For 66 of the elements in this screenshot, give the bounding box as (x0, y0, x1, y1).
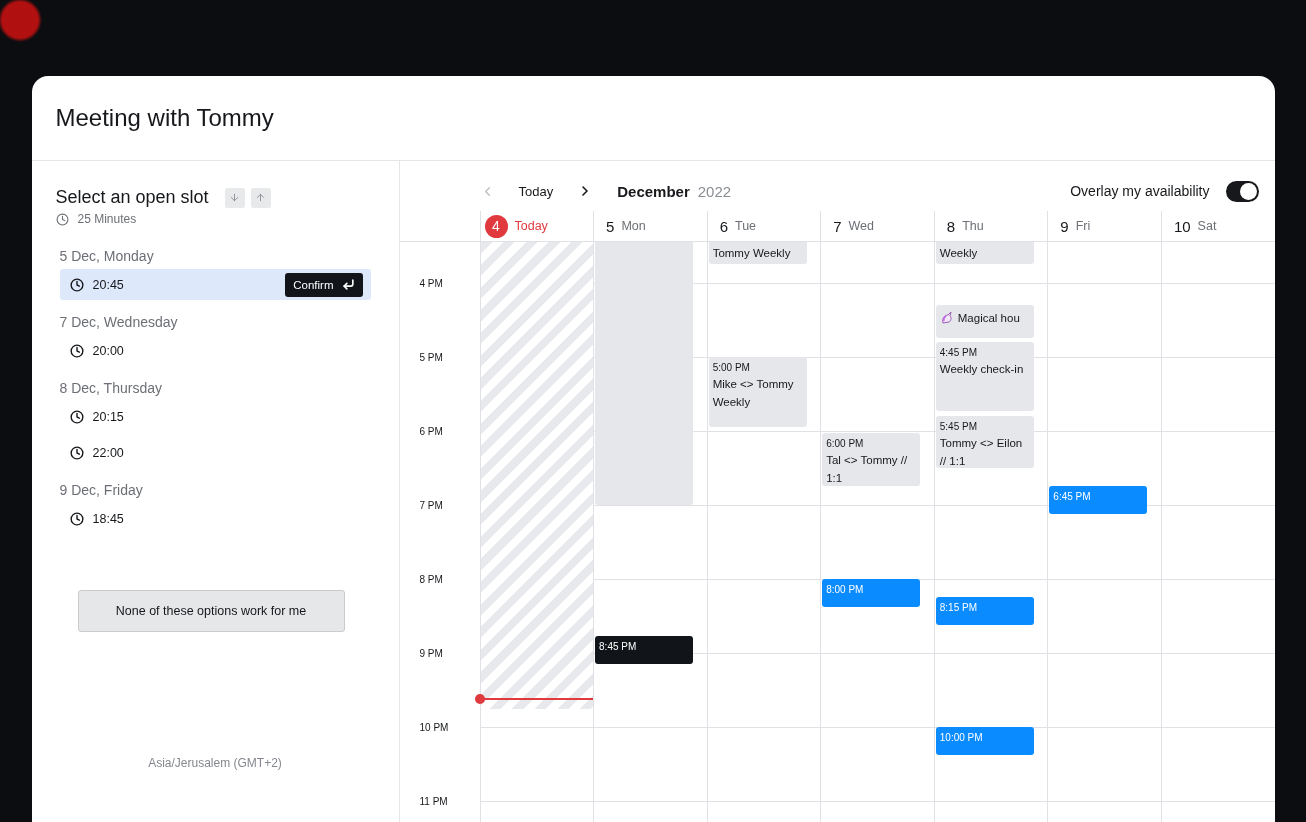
time-slot[interactable]: 20:15 (59, 401, 371, 432)
time-slot[interactable]: 22:00 (59, 437, 371, 468)
duration-text: 25 Minutes (77, 212, 137, 226)
clock-icon (69, 277, 84, 292)
clock-icon (69, 343, 84, 358)
today-button[interactable]: Today (512, 182, 560, 200)
hour-label: 9 PM (419, 647, 443, 659)
arrow-up-icon (255, 192, 267, 203)
sort-up-button[interactable] (250, 187, 271, 208)
slot-time: 22:00 (92, 445, 124, 460)
date-label: 5 Dec, Monday (59, 248, 155, 264)
slot-time: 18:45 (92, 511, 124, 526)
dialog-title: Meeting with Tommy (55, 104, 274, 132)
confirm-button[interactable]: Confirm (285, 272, 363, 297)
busy-event[interactable]: 5:00 PM Mike <> Tommy Weekly (708, 356, 807, 427)
timezone-text: Asia/Jerusalem (GMT+2) (148, 756, 282, 770)
clock-icon (69, 409, 84, 424)
hour-label: 7 PM (419, 499, 443, 511)
date-label: 9 Dec, Friday (59, 482, 144, 498)
slot-time: 20:00 (92, 343, 124, 358)
weekday-label: Sat (1197, 219, 1217, 233)
date-label: 8 Dec, Thursday (59, 380, 163, 396)
day-number: 6 (719, 217, 728, 235)
weekday-label: Wed (848, 219, 875, 233)
hour-label: 10 PM (419, 721, 449, 733)
overlay-toggle[interactable] (1225, 180, 1259, 202)
busy-event[interactable]: 5:45 PM Tommy <> Eilon // 1:1 (935, 415, 1034, 468)
panel-title: Select an open slot (55, 187, 209, 208)
month-label: December (617, 182, 690, 200)
clock-icon (55, 212, 69, 226)
day-number: 5 (606, 217, 615, 235)
clock-icon (69, 511, 84, 526)
date-label: 7 Dec, Wednesday (59, 314, 179, 330)
weekday-label: Mon (621, 219, 646, 233)
slot-time: 20:15 (92, 409, 124, 424)
weekday-label: Fri (1075, 219, 1091, 233)
weekday-label: Today (514, 219, 548, 233)
slot-time: 20:45 (92, 277, 124, 292)
busy-event[interactable]: Magical hou (935, 304, 1034, 339)
time-slot[interactable]: 18:45 (59, 503, 371, 534)
return-icon (341, 278, 355, 291)
overlay-label: Overlay my availability (1070, 183, 1210, 199)
weekday-label: Tue (735, 219, 757, 233)
day-number: 9 (1060, 217, 1069, 235)
hour-label: 4 PM (419, 277, 443, 289)
decline-button[interactable]: None of these options work for me (77, 590, 345, 632)
hour-label: 8 PM (419, 573, 443, 585)
hour-label: 6 PM (419, 425, 443, 437)
hour-label: 11 PM (419, 795, 448, 807)
hour-label: 5 PM (419, 351, 443, 363)
weekday-label: Thu (962, 219, 984, 233)
day-number: 4 (484, 214, 508, 238)
sort-down-button[interactable] (224, 187, 245, 208)
busy-event[interactable]: Weekly (935, 242, 1034, 265)
busy-event[interactable]: 4:45 PM Weekly check-in (935, 341, 1034, 411)
clock-icon (69, 445, 84, 460)
busy-event[interactable]: 6:00 PM Tal <> Tommy // 1:1 (822, 432, 921, 487)
time-slot[interactable]: 20:45 Confirm (59, 269, 371, 300)
year-label: 2022 (697, 182, 732, 200)
day-number: 8 (946, 217, 956, 235)
day-number: 7 (833, 217, 842, 235)
busy-event[interactable]: Tommy Weekly (708, 242, 807, 265)
arrow-down-icon (229, 192, 241, 203)
available-slot[interactable]: 8:45 PM (595, 635, 694, 664)
time-slot[interactable]: 20:00 (59, 335, 371, 366)
day-number: 10 (1173, 217, 1191, 235)
